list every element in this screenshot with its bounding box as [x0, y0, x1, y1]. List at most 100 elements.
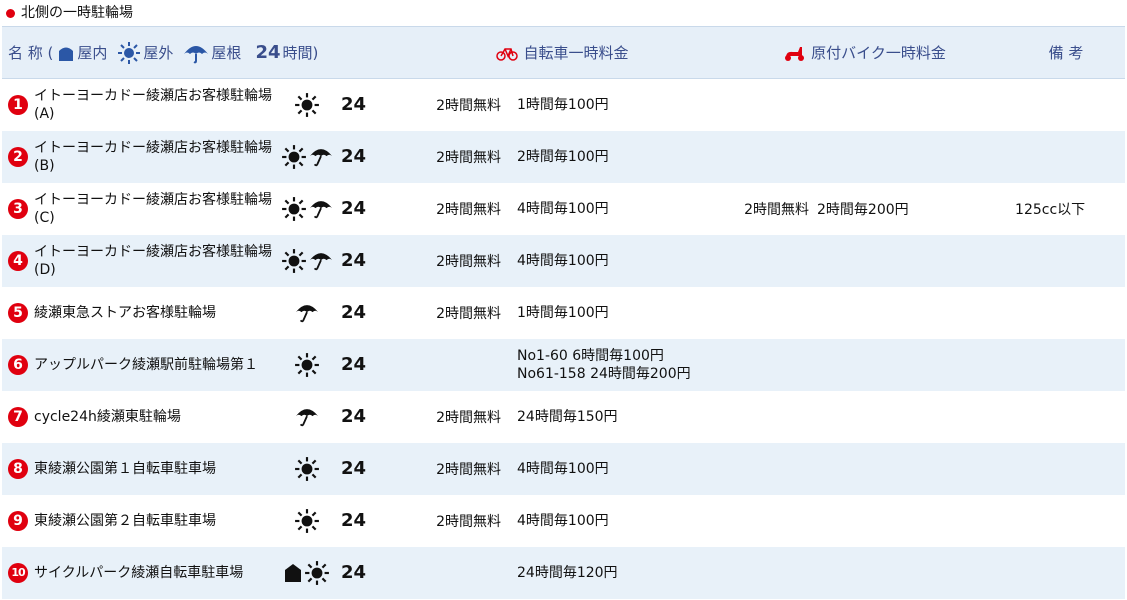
name-cell: 5 綾瀬東急ストアお客様駐輪場: [2, 287, 277, 339]
table-header-row: 名 称 ( 屋内 屋外 屋根 24 時間) 自転車一時料金 原付バイク一時料金 …: [2, 26, 1126, 79]
outdoor-sun-icon: [304, 560, 330, 586]
roof-umbrella-icon: [309, 250, 333, 272]
parking-name: 東綾瀬公園第２自転車駐車場: [34, 512, 216, 529]
name-cell: 3 イトーヨーカドー綾瀬店お客様駐輪場 (C): [2, 183, 277, 235]
parking-name: イトーヨーカドー綾瀬店お客様駐輪場: [34, 87, 272, 104]
bicycle-fee: 4時間毎100円: [517, 200, 609, 217]
parking-name-sub: (A): [34, 105, 55, 122]
parking-table: 名 称 ( 屋内 屋外 屋根 24 時間) 自転車一時料金 原付バイク一時料金 …: [2, 26, 1126, 599]
moped-free-cell: [722, 391, 817, 443]
outdoor-sun-icon: [294, 456, 320, 482]
bicycle-free-cell: 2時間無料: [436, 149, 501, 166]
moped-fee-cell: [817, 495, 1007, 547]
outdoor-sun-icon: [281, 248, 307, 274]
name-cell: 4 イトーヨーカドー綾瀬店お客様駐輪場 (D): [2, 235, 277, 287]
bicycle-fee-cell: 4時間毎100円: [517, 183, 722, 235]
bicycle-fee: 24時間毎150円: [517, 408, 618, 425]
hours-cell: 24: [341, 406, 367, 427]
name-cell: 1 イトーヨーカドー綾瀬店お客様駐輪場 (A): [2, 79, 277, 131]
row-number-badge: 5: [8, 302, 28, 323]
notes-cell: [1007, 287, 1125, 339]
bicycle-fee-cell: 24時間毎150円: [517, 391, 722, 443]
row-number-badge: 2: [8, 146, 28, 167]
h24-number: 24: [255, 42, 281, 63]
name-cell: 7 cycle24h綾瀬東駐輪場: [2, 391, 277, 443]
roof-label: 屋根: [211, 44, 242, 62]
hours-cell: 24: [341, 198, 367, 219]
notes-cell: [1007, 443, 1125, 495]
row-number-badge: 4: [8, 250, 28, 271]
parking-name: イトーヨーカドー綾瀬店お客様駐輪場: [34, 191, 272, 208]
bicycle-fee-cell: 24時間毎120円: [517, 547, 722, 599]
moped-free-cell: [722, 495, 817, 547]
table-row: 2 イトーヨーカドー綾瀬店お客様駐輪場 (B) 24 2時間無料 2時間毎100円: [2, 130, 1126, 183]
icons-cell: [277, 391, 337, 443]
bicycle-fee: 1時間毎100円: [517, 96, 609, 113]
moped-free-cell: [722, 287, 817, 339]
bicycle-fee: 1時間毎100円: [517, 304, 609, 321]
notes-cell: [1007, 547, 1125, 599]
section-header: 北側の一時駐輪場: [0, 0, 1127, 26]
bicycle-icon: [495, 45, 518, 61]
icons-cell: [277, 287, 337, 339]
moped-icon: [783, 44, 805, 62]
bicycle-fee-cell: 1時間毎100円: [517, 287, 722, 339]
notes-label: 備 考: [1048, 44, 1084, 62]
notes-cell: [1007, 131, 1125, 183]
hours-cell: 24: [341, 250, 367, 271]
bicycle-free-cell: 2時間無料: [436, 409, 501, 426]
icons-cell: [277, 235, 337, 287]
roof-umbrella-icon: [295, 406, 319, 428]
bicycle-free-cell: 2時間無料: [436, 97, 501, 114]
hours-cell: 24: [341, 94, 367, 116]
bicycle-fee-cell: 4時間毎100円: [517, 235, 722, 287]
outdoor-label: 屋外: [143, 44, 174, 62]
notes-cell: [1007, 391, 1125, 443]
moped-fee-cell: [817, 339, 1007, 391]
table-row: 7 cycle24h綾瀬東駐輪場 24 2時間無料 24時間毎150円: [2, 391, 1125, 443]
bicycle-free-cell: 2時間無料: [436, 201, 501, 218]
bicycle-fee: 4時間毎100円: [517, 512, 609, 529]
parking-name: 綾瀬東急ストアお客様駐輪場: [34, 304, 216, 321]
moped-free-cell: [722, 339, 817, 391]
moped-free-cell: 2時間無料: [744, 201, 810, 218]
hours-cell: 24: [341, 146, 367, 167]
bicycle-fee: 4時間毎100円: [517, 460, 609, 477]
icons-cell: [277, 495, 337, 547]
moped-fee-cell: [817, 131, 1007, 183]
hours-cell: 24: [341, 510, 367, 531]
notes-header: 備 考: [1007, 27, 1125, 79]
notes-cell: [1007, 79, 1125, 131]
bicycle-fee: 4時間毎100円: [517, 252, 609, 269]
parking-name: アップルパーク綾瀬駅前駐輪場第１: [34, 356, 258, 373]
red-dot-icon: [6, 8, 15, 18]
outdoor-sun-icon: [294, 352, 320, 378]
parking-name-sub: (D): [34, 261, 56, 278]
icons-cell: [277, 131, 337, 183]
moped-fee-cell: [817, 547, 1007, 599]
outdoor-sun-icon: [281, 196, 307, 222]
notes-cell: 125cc以下: [1015, 201, 1086, 218]
hours-cell: 24: [341, 302, 367, 323]
parking-name: サイクルパーク綾瀬自転車駐車場: [34, 564, 244, 581]
indoor-icon: [57, 44, 75, 62]
notes-cell: [1007, 495, 1125, 547]
parking-name: イトーヨーカドー綾瀬店お客様駐輪場: [34, 243, 272, 260]
bicycle-fee: 24時間毎120円: [517, 564, 618, 581]
notes-cell: [1007, 235, 1125, 287]
outdoor-sun-icon: [281, 144, 307, 170]
moped-fee-cell: [817, 79, 1007, 131]
bicycle-fee: 2時間毎100円: [517, 148, 609, 165]
name-cell: 2 イトーヨーカドー綾瀬店お客様駐輪場 (B): [2, 131, 277, 183]
outdoor-sun-icon: [294, 92, 320, 118]
bicycle-fee-header: 自転車一時料金: [402, 27, 722, 79]
row-number-badge: 9: [8, 510, 28, 531]
bicycle-fee-2: No61-158 24時間毎200円: [517, 365, 691, 382]
bicycle-free-cell: [402, 339, 517, 391]
moped-fee-cell: [817, 235, 1007, 287]
parking-name: イトーヨーカドー綾瀬店お客様駐輪場: [34, 139, 272, 156]
table-row: 10 サイクルパーク綾瀬自転車駐車場 24 24時間毎120円: [2, 546, 1126, 599]
moped-fee-label: 原付バイク一時料金: [811, 44, 946, 62]
bicycle-free-cell: 2時間無料: [436, 513, 501, 530]
moped-free-cell: [722, 443, 817, 495]
